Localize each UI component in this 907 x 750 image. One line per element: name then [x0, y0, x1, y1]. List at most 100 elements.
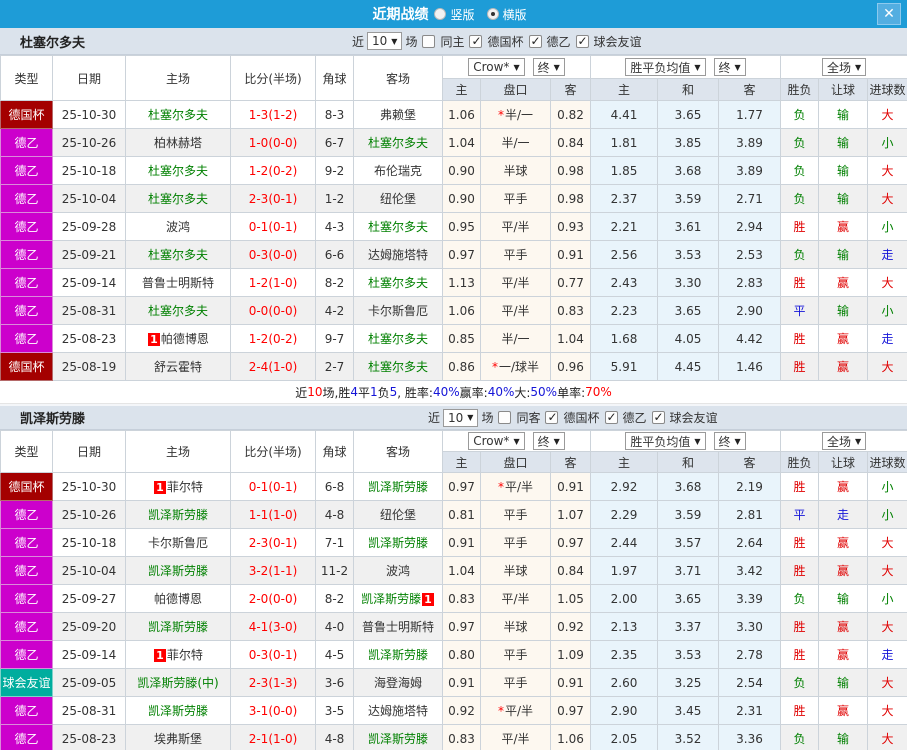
- away-team: 凯泽斯劳滕: [353, 640, 443, 669]
- matches-table: 类型 日期 主场 比分(半场) 角球 客场 Crow* ▼ 终 ▼ 胜平负均值 ▼ 终…: [0, 430, 907, 750]
- scope-select[interactable]: 全场 ▼: [821, 58, 867, 76]
- odds-home: 0.95: [442, 212, 481, 241]
- summary-segment: 70%: [585, 385, 612, 399]
- score: 0-1(0-1): [230, 472, 316, 501]
- col-mean-draw: 和: [657, 451, 719, 473]
- mean-select[interactable]: 胜平负均值 ▼: [625, 432, 706, 450]
- cup-label[interactable]: 德国杯: [487, 33, 523, 50]
- odds-away: 1.06: [550, 724, 591, 750]
- result: 负: [780, 240, 820, 269]
- close-icon[interactable]: ✕: [877, 3, 901, 25]
- horizontal-layout-label[interactable]: 横版: [503, 6, 527, 23]
- vertical-layout-label[interactable]: 竖版: [450, 6, 474, 23]
- league2-label[interactable]: 德乙: [547, 33, 571, 50]
- final-select[interactable]: 终 ▼: [532, 432, 565, 450]
- odds-away: 0.83: [550, 296, 591, 325]
- friendly-label[interactable]: 球会友谊: [670, 409, 718, 426]
- final-select[interactable]: 终 ▼: [532, 58, 565, 76]
- result: 胜: [780, 556, 820, 585]
- away-team: 达姆施塔特: [353, 696, 443, 725]
- cup-label[interactable]: 德国杯: [563, 409, 599, 426]
- cup-checkbox[interactable]: [545, 410, 559, 424]
- handicap-result: 赢: [818, 528, 869, 557]
- home-team: 卡尔斯鲁厄: [125, 528, 231, 557]
- score: 0-0(0-0): [230, 296, 316, 325]
- goals-result: 走: [867, 324, 907, 353]
- league2-checkbox[interactable]: [604, 410, 618, 424]
- friendly-label[interactable]: 球会友谊: [594, 33, 642, 50]
- match-date: 25-09-28: [52, 212, 126, 241]
- mean-home: 2.56: [590, 240, 658, 269]
- mean-home: 2.05: [590, 724, 658, 750]
- match-type-badge: 德乙: [0, 584, 53, 613]
- mean-draw: 3.53: [657, 240, 719, 269]
- odds-home: 0.97: [442, 472, 481, 501]
- match-date: 25-10-18: [52, 156, 126, 185]
- match-row: 德乙 25-10-18 杜塞尔多夫 1-2(0-2) 9-2 布伦瑞克 0.90 半球 0.98…: [0, 156, 907, 185]
- score: 1-3(1-2): [230, 100, 316, 129]
- mean-home: 2.35: [590, 640, 658, 669]
- horizontal-layout-radio[interactable]: [486, 8, 499, 20]
- final-select2[interactable]: 终 ▼: [713, 432, 746, 450]
- match-type-badge: 德乙: [0, 212, 53, 241]
- home-team: 凯泽斯劳滕: [125, 500, 231, 529]
- away-team: 杜塞尔多夫: [353, 128, 443, 157]
- final-select2[interactable]: 终 ▼: [713, 58, 746, 76]
- mean-away: 3.89: [717, 156, 782, 185]
- bookmaker-select[interactable]: Crow* ▼: [468, 58, 525, 76]
- match-row: 德乙 25-10-18 卡尔斯鲁厄 2-3(0-1) 7-1 凯泽斯劳滕 0.91 平手 0.9…: [0, 528, 907, 557]
- cup-checkbox[interactable]: [469, 34, 483, 48]
- same-away-checkbox[interactable]: [498, 411, 512, 424]
- goals-result: 大: [867, 156, 907, 185]
- handicap: 平/半: [480, 268, 551, 297]
- vertical-layout-radio[interactable]: [434, 8, 447, 20]
- odds-home: 0.81: [442, 500, 481, 529]
- match-row: 德国杯 25-10-30 杜塞尔多夫 1-3(1-2) 8-3 弗赖堡 1.06 *半/一 0.…: [0, 100, 907, 129]
- col-mean-home: 主: [590, 451, 658, 473]
- league2-checkbox[interactable]: [528, 34, 542, 48]
- match-row: 德乙 25-09-14 1 菲尔特 0-3(0-1) 4-5 凯泽斯劳滕 0.80 平手 1.09…: [0, 640, 907, 669]
- handicap: 平手: [480, 668, 551, 697]
- odds-away: 0.91: [550, 668, 591, 697]
- odds-away: 0.97: [550, 696, 591, 725]
- corner-count: 3-6: [315, 668, 354, 697]
- mean-away: 1.77: [717, 100, 782, 129]
- match-date: 25-09-21: [52, 240, 126, 269]
- score: 1-2(1-0): [230, 268, 316, 297]
- home-team: 柏林赫塔: [125, 128, 231, 157]
- handicap: 平手: [480, 528, 551, 557]
- mean-select[interactable]: 胜平负均值 ▼: [625, 58, 706, 76]
- handicap-result: 赢: [818, 696, 869, 725]
- match-date: 25-10-26: [52, 128, 126, 157]
- mean-draw: 3.53: [657, 640, 719, 669]
- match-count-select[interactable]: 10 ▼: [443, 408, 479, 427]
- same-home-label[interactable]: 同主: [440, 33, 464, 50]
- same-away-label[interactable]: 同客: [516, 409, 540, 426]
- home-team: 杜塞尔多夫: [125, 100, 231, 129]
- mean-home: 2.37: [590, 184, 658, 213]
- match-count-select[interactable]: 10 ▼: [367, 32, 403, 50]
- team-section-header: 凯泽斯劳滕 近 10▼ 场 同客 德国杯 德乙 球会友谊: [0, 404, 907, 430]
- mean-home: 2.92: [590, 472, 658, 501]
- mean-home: 1.68: [590, 324, 658, 353]
- result: 负: [780, 128, 820, 157]
- summary-segment: , 胜率:: [397, 385, 433, 400]
- same-home-checkbox[interactable]: [422, 34, 436, 48]
- mean-away: 2.94: [717, 212, 782, 241]
- bookmaker-select[interactable]: Crow* ▼: [468, 432, 525, 450]
- match-date: 25-09-14: [52, 640, 126, 669]
- summary-segment: 50%: [530, 385, 558, 399]
- friendly-checkbox[interactable]: [651, 410, 665, 424]
- league2-label[interactable]: 德乙: [623, 409, 647, 426]
- mean-draw: 3.65: [657, 296, 719, 325]
- away-team: 卡尔斯鲁厄: [353, 296, 443, 325]
- handicap-result: 赢: [818, 640, 869, 669]
- scope-select[interactable]: 全场 ▼: [821, 432, 867, 450]
- summary-segment: 平: [357, 385, 370, 400]
- handicap-result: 输: [818, 156, 869, 185]
- friendly-checkbox[interactable]: [575, 34, 589, 48]
- handicap-result: 输: [818, 184, 869, 213]
- match-date: 25-08-31: [52, 696, 126, 725]
- goals-result: 大: [867, 612, 907, 641]
- goals-result: 小: [867, 296, 907, 325]
